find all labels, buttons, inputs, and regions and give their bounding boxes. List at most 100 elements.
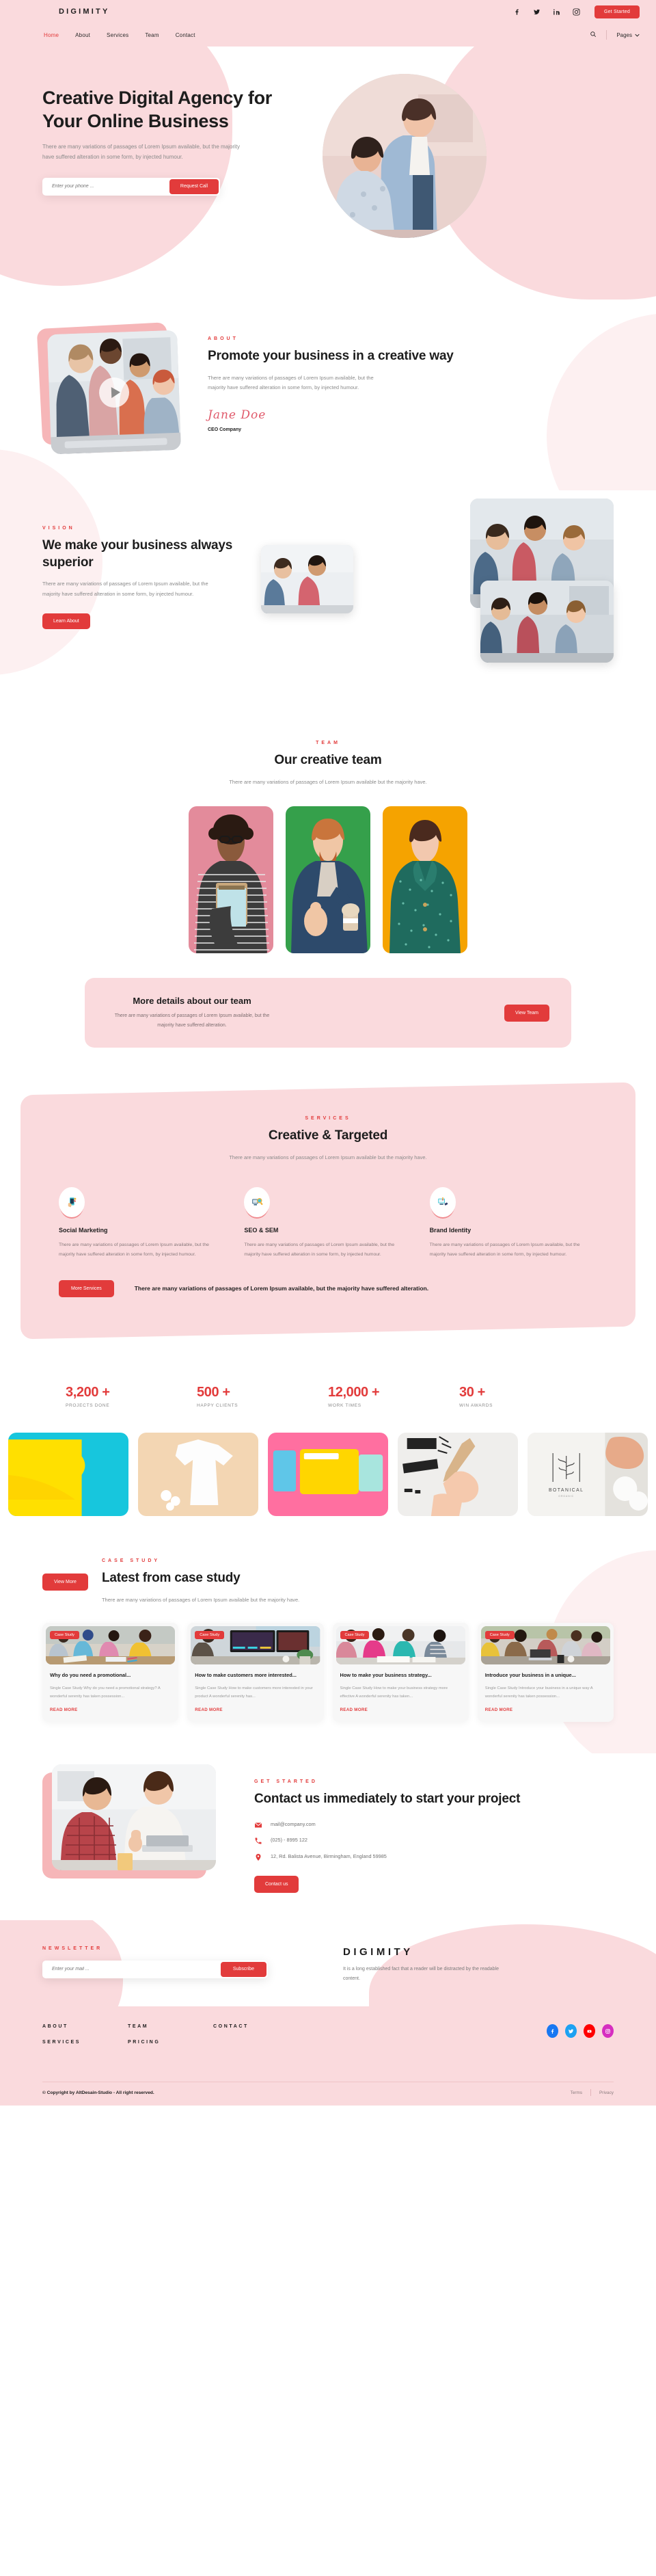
header-social-group: Get Started bbox=[512, 5, 640, 18]
footer-link-services[interactable]: SERVICES bbox=[42, 2040, 128, 2045]
stat-label: WORK TIMES bbox=[328, 1403, 361, 1409]
service-card[interactable]: Social Marketing There are many variatio… bbox=[59, 1187, 226, 1260]
footer-copyright: © Copyright by AltDesain-Studio - All ri… bbox=[42, 2090, 154, 2095]
service-title: SEO & SEM bbox=[244, 1227, 279, 1234]
contact-us-button[interactable]: Contact us bbox=[254, 1875, 299, 1893]
footer-column-2: TEAM PRICING bbox=[128, 2024, 213, 2056]
read-more-link[interactable]: READ MORE bbox=[50, 1708, 171, 1712]
case-card-description: Single Case Study Why do you need a prom… bbox=[50, 1686, 161, 1699]
hero-request-form: Request Call bbox=[42, 177, 220, 196]
footer-privacy-link[interactable]: Privacy bbox=[599, 2090, 614, 2095]
case-card-description: Single Case Study Introduce your busines… bbox=[484, 1686, 593, 1699]
vision-section: VISION We make your business always supe… bbox=[0, 449, 656, 720]
team-description: There are many variations of passages of… bbox=[229, 778, 427, 785]
view-team-button[interactable]: View Team bbox=[504, 1004, 549, 1022]
about-video-thumbnail[interactable] bbox=[47, 330, 181, 455]
svg-text:BOTANICAL: BOTANICAL bbox=[549, 1488, 584, 1493]
about-title: Promote your business in a creative way bbox=[208, 349, 454, 363]
service-card[interactable]: Brand Identity There are many variations… bbox=[429, 1187, 597, 1260]
nav-item-services[interactable]: Services bbox=[107, 32, 128, 38]
more-services-button[interactable]: More Services bbox=[59, 1280, 114, 1298]
read-more-link[interactable]: READ MORE bbox=[340, 1708, 461, 1712]
hero-description: There are many variations of passages of… bbox=[42, 144, 241, 160]
footer-terms-link[interactable]: Terms bbox=[571, 2090, 582, 2095]
contact-photo bbox=[52, 1764, 216, 1870]
portfolio-item[interactable]: BOTANICAL ORGANIC bbox=[528, 1433, 648, 1517]
portfolio-item[interactable] bbox=[138, 1433, 258, 1517]
hero-section: Creative Digital Agency for Your Online … bbox=[0, 47, 656, 300]
brand-logo[interactable]: DIGIMITY bbox=[59, 8, 110, 16]
footer-link-pricing[interactable]: PRICING bbox=[128, 2040, 213, 2045]
twitter-icon[interactable] bbox=[532, 8, 541, 16]
case-card-tag: Case Study bbox=[484, 1631, 515, 1640]
contact-phone-row[interactable]: (025) - 8995 122 bbox=[254, 1836, 520, 1845]
portfolio-image-4 bbox=[398, 1433, 518, 1517]
services-title: Creative & Targeted bbox=[268, 1128, 388, 1143]
service-card[interactable]: SEO & SEM There are many variations of p… bbox=[244, 1187, 411, 1260]
portfolio-item[interactable] bbox=[268, 1433, 388, 1517]
stat-number: 12,000 + bbox=[328, 1385, 380, 1400]
case-card-image: Case Study bbox=[480, 1626, 610, 1665]
site-footer: ABOUT SERVICES TEAM PRICING CONTACT © Co… bbox=[0, 2006, 656, 2106]
youtube-icon[interactable] bbox=[584, 2024, 595, 2039]
case-card-tag: Case Study bbox=[340, 1631, 370, 1640]
site-header: DIGIMITY Get Started Home About Services… bbox=[0, 0, 656, 47]
nav-item-home[interactable]: Home bbox=[44, 32, 59, 38]
nav-item-contact[interactable]: Contact bbox=[176, 32, 195, 38]
nav-item-about[interactable]: About bbox=[75, 32, 90, 38]
services-note: There are many variations of passages of… bbox=[134, 1284, 429, 1292]
nav-item-team[interactable]: Team bbox=[145, 32, 159, 38]
read-more-link[interactable]: READ MORE bbox=[485, 1708, 606, 1712]
phone-input[interactable] bbox=[44, 184, 169, 189]
contact-address: 12, Rd. Balista Avenue, Birmingham, Engl… bbox=[271, 1853, 387, 1860]
contact-email-row[interactable]: mail@company.com bbox=[254, 1820, 520, 1829]
stat-label: HAPPY CLIENTS bbox=[197, 1403, 238, 1409]
about-eyebrow: ABOUT bbox=[208, 336, 238, 341]
case-card-description: Single Case Study How to make your busin… bbox=[340, 1686, 448, 1699]
facebook-icon[interactable] bbox=[547, 2024, 558, 2039]
stat-item: 3,200 + PROJECTS DONE bbox=[66, 1385, 197, 1408]
about-signature-role: CEO Company bbox=[208, 427, 242, 432]
services-description: There are many variations of passages of… bbox=[229, 1154, 427, 1160]
portfolio-image-5: BOTANICAL ORGANIC bbox=[528, 1433, 648, 1517]
footer-link-contact[interactable]: CONTACT bbox=[213, 2024, 299, 2029]
hero-title: Creative Digital Agency for Your Online … bbox=[42, 88, 272, 132]
subscribe-button[interactable]: Subscribe bbox=[220, 1961, 266, 1977]
stat-label: PROJECTS DONE bbox=[66, 1403, 110, 1409]
pages-dropdown[interactable]: Pages bbox=[616, 32, 640, 38]
twitter-icon[interactable] bbox=[565, 2024, 577, 2039]
portfolio-item[interactable] bbox=[398, 1433, 518, 1517]
hero-image bbox=[323, 74, 487, 238]
team-title: Our creative team bbox=[274, 753, 382, 767]
instagram-icon[interactable] bbox=[602, 2024, 614, 2039]
search-icon[interactable] bbox=[590, 29, 597, 41]
team-member-card[interactable] bbox=[383, 806, 467, 954]
header-divider bbox=[606, 30, 607, 40]
linkedin-icon[interactable] bbox=[552, 8, 561, 16]
case-study-card[interactable]: Case Study How to make your business str… bbox=[332, 1623, 469, 1722]
view-more-button[interactable]: View More bbox=[42, 1574, 88, 1591]
case-study-card[interactable]: Case Study Why do you need a promotional… bbox=[42, 1623, 179, 1722]
service-title: Social Marketing bbox=[59, 1227, 108, 1234]
read-more-link[interactable]: READ MORE bbox=[195, 1708, 316, 1712]
about-section: ABOUT Promote your business in a creativ… bbox=[0, 300, 656, 559]
get-started-button[interactable]: Get Started bbox=[594, 5, 640, 18]
request-call-button[interactable]: Request Call bbox=[169, 178, 219, 194]
case-card-title: How to make customers more interested... bbox=[195, 1672, 297, 1679]
footer-link-about[interactable]: ABOUT bbox=[42, 2024, 128, 2029]
stat-number: 500 + bbox=[197, 1385, 230, 1400]
learn-about-button[interactable]: Learn About bbox=[42, 613, 90, 629]
team-member-card[interactable] bbox=[286, 806, 370, 954]
landing-page: DIGIMITY Get Started Home About Services… bbox=[0, 0, 656, 2106]
team-member-card[interactable] bbox=[189, 806, 273, 954]
portfolio-gallery: BOTANICAL ORGANIC bbox=[0, 1426, 656, 1544]
case-study-card[interactable]: Case Study Introduce your business in a … bbox=[477, 1623, 614, 1722]
case-study-card[interactable]: Case Study How to make customers more in… bbox=[187, 1623, 324, 1722]
case-card-image: Case Study bbox=[46, 1626, 176, 1665]
footer-link-team[interactable]: TEAM bbox=[128, 2024, 213, 2029]
newsletter-email-input[interactable] bbox=[42, 1967, 221, 1972]
portfolio-item[interactable] bbox=[8, 1433, 128, 1517]
newsletter-form: Subscribe bbox=[42, 1960, 268, 1978]
facebook-icon[interactable] bbox=[512, 8, 521, 16]
instagram-icon[interactable] bbox=[572, 8, 581, 16]
